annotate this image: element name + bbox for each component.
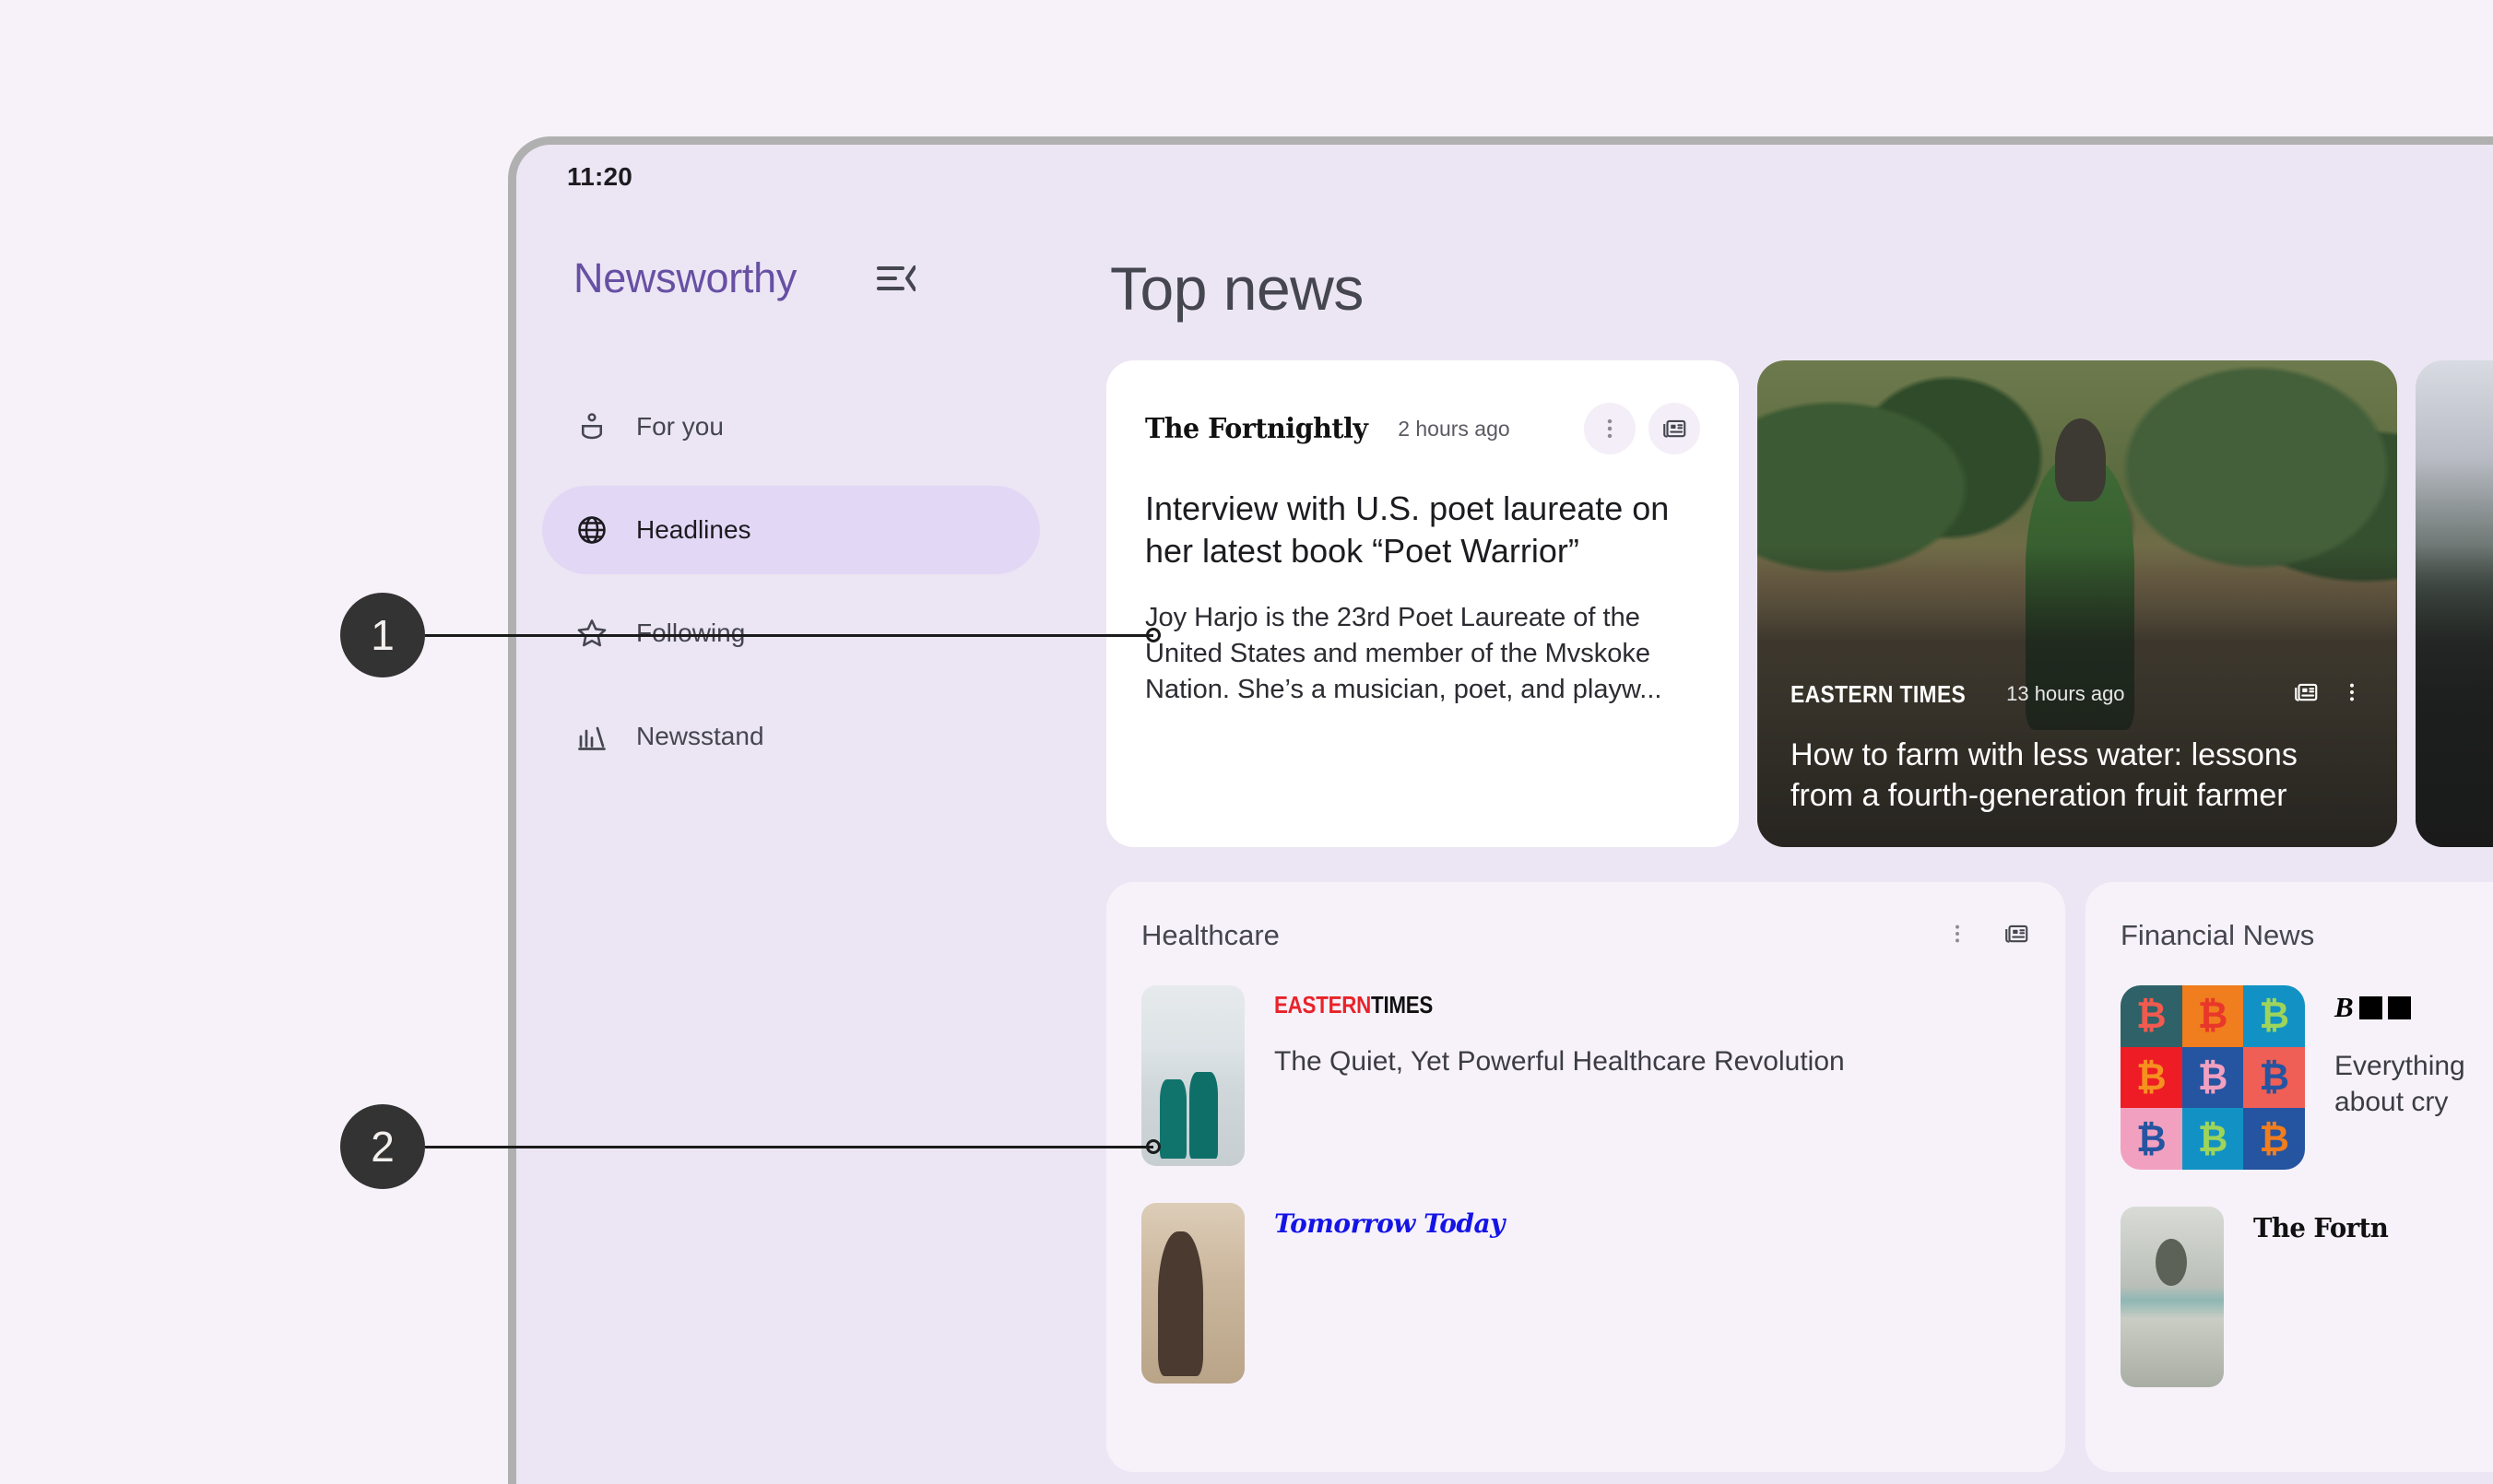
list-item[interactable]: ₿ ₿ ₿ ₿ ₿ ₿ ₿ ₿ ₿ B Everything about cry <box>2121 985 2493 1170</box>
status-bar: 11:20 <box>516 145 2493 209</box>
menu-open-icon[interactable] <box>870 253 922 304</box>
full-coverage-icon[interactable] <box>2003 920 2030 952</box>
article-card-text[interactable]: The Fortnightly 2 hours ago Interview wi… <box>1106 360 1739 847</box>
full-coverage-icon[interactable] <box>2292 678 2320 711</box>
bitcoin-pop-art-tile: ₿ ₿ ₿ ₿ ₿ ₿ ₿ ₿ ₿ <box>2121 985 2305 1170</box>
article-thumbnail <box>1141 985 1245 1166</box>
app-title: Newsworthy <box>573 254 798 301</box>
source-letter-b: B <box>2334 991 2354 1023</box>
navigation-sidebar: Newsworthy For you Headlines Following N… <box>516 209 1066 1484</box>
callout-leader-line-2 <box>425 1146 1153 1148</box>
device-frame: 11:20 Newsworthy For you Headlines Follo… <box>508 136 2493 1484</box>
callout-endpoint-2 <box>1146 1139 1161 1154</box>
article-source-row: EASTERN TIMES 13 hours ago <box>1790 678 2364 711</box>
sidebar-item-label: Newsstand <box>636 722 764 750</box>
bitcoin-symbol-cell: ₿ <box>2181 1046 2244 1109</box>
section-title: Financial News <box>2121 919 2315 951</box>
bitcoin-symbol-cell: ₿ <box>2121 1046 2182 1109</box>
hundred-dollar-bill-photo <box>2121 1207 2224 1387</box>
bitcoin-symbol-cell: ₿ <box>2181 985 2244 1047</box>
article-thumbnail <box>2121 1207 2224 1387</box>
article-body: The Fortn <box>2253 1207 2395 1387</box>
bitcoin-symbol-cell: ₿ <box>2243 1046 2305 1109</box>
article-source-logo: EASTERNTIMES <box>1274 991 1765 1019</box>
callout-badge-2: 2 <box>340 1104 425 1189</box>
sidebar-nav-list: For you Headlines Following Newsstand <box>516 383 1066 781</box>
sidebar-item-label: Headlines <box>636 515 751 544</box>
section-actions <box>1945 920 2030 952</box>
callout-badge-1: 1 <box>340 593 425 677</box>
article-source-logo: The Fortn <box>2253 1212 2389 1243</box>
app-header: Newsworthy <box>516 237 1066 320</box>
article-card-image[interactable]: EASTERN TIMES 13 hours ago How to farm w… <box>1757 360 2397 847</box>
source-word-eastern: EASTERN <box>1274 991 1372 1019</box>
bitcoin-symbol-cell: ₿ <box>2121 1108 2182 1170</box>
article-body: Tomorrow Today <box>1274 1203 1505 1384</box>
article-overlay <box>2416 545 2493 847</box>
redacted-block-1 <box>2358 995 2382 1019</box>
sidebar-item-following[interactable]: Following <box>542 589 1040 677</box>
more-options-icon[interactable] <box>2340 680 2364 709</box>
article-source-logo: B <box>2334 991 2493 1024</box>
redacted-block-2 <box>2387 995 2411 1019</box>
sidebar-item-headlines[interactable]: Headlines <box>542 486 1040 574</box>
screenshot-root: 11:20 Newsworthy For you Headlines Follo… <box>0 0 2493 1484</box>
section-header: Financial News <box>2121 919 2493 952</box>
star-outline-icon <box>573 615 610 652</box>
sidebar-item-for-you[interactable]: For you <box>542 383 1040 471</box>
bitcoin-symbol-cell: ₿ <box>2121 985 2182 1047</box>
full-coverage-icon[interactable] <box>1648 403 1700 454</box>
potter-workshop-photo <box>1141 1203 1245 1384</box>
person-box-icon <box>573 408 610 445</box>
globe-icon <box>573 512 610 548</box>
section-card-financial-news: Financial News ₿ ₿ ₿ ₿ ₿ ₿ ₿ ₿ ₿ B Everything ab… <box>2085 882 2493 1472</box>
article-source-name: EASTERN TIMES <box>1790 679 1967 708</box>
article-timestamp: 2 hours ago <box>1398 416 1510 441</box>
page-title: Top news <box>1110 254 1364 323</box>
status-bar-clock: 11:20 <box>567 162 633 191</box>
list-item[interactable]: Tomorrow Today <box>1141 1203 2030 1384</box>
article-headline: How to farm with less water: lessons fro… <box>1790 736 2298 813</box>
sidebar-item-label: For you <box>636 412 724 441</box>
bitcoin-symbol-cell: ₿ <box>2243 1108 2305 1170</box>
hospital-corridor-photo <box>1141 985 1245 1166</box>
source-word-times: TIMES <box>1371 991 1434 1019</box>
article-timestamp: 13 hours ago <box>2006 682 2125 706</box>
article-body: B Everything about cry <box>2334 985 2493 1170</box>
article-headline: Interview with U.S. poet laureate on her… <box>1145 489 1670 571</box>
bar-chart-icon <box>573 718 610 755</box>
article-actions <box>1584 403 1700 454</box>
article-summary: Joy Harjo is the 23rd Poet Laureate of t… <box>1145 603 1662 704</box>
section-header: Healthcare <box>1141 919 2030 952</box>
article-source-name: The Fortnightly <box>1145 412 1368 445</box>
callout-endpoint-1 <box>1146 628 1161 642</box>
sidebar-item-newsstand[interactable]: Newsstand <box>542 692 1040 781</box>
article-source-logo: Tomorrow Today <box>1274 1208 1505 1239</box>
article-headline: Everything about cry <box>2334 1051 2465 1117</box>
article-source-row: The Fortnightly 2 hours ago <box>1145 403 1700 454</box>
list-item[interactable]: The Fortn <box>2121 1207 2493 1387</box>
article-overlay: EASTERN TIMES 13 hours ago How to farm w… <box>1757 545 2397 847</box>
article-card-image-partial[interactable] <box>2416 360 2493 847</box>
top-news-carousel: The Fortnightly 2 hours ago Interview wi… <box>1106 360 2493 847</box>
section-card-healthcare: Healthcare EASTERNTIMES The Quiet, Yet P… <box>1106 882 2065 1472</box>
more-options-icon[interactable] <box>1945 922 1969 950</box>
topic-sections-row: Healthcare EASTERNTIMES The Quiet, Yet P… <box>1106 882 2493 1472</box>
sidebar-item-label: Following <box>636 618 746 647</box>
list-item[interactable]: EASTERNTIMES The Quiet, Yet Powerful Hea… <box>1141 985 2030 1166</box>
bitcoin-symbol-cell: ₿ <box>2243 985 2305 1047</box>
article-headline: The Quiet, Yet Powerful Healthcare Revol… <box>1274 1046 1845 1077</box>
bitcoin-symbol-cell: ₿ <box>2181 1108 2244 1170</box>
article-thumbnail <box>1141 1203 1245 1384</box>
main-content: Top news The Fortnightly 2 hours ago Int… <box>1066 209 2493 1484</box>
more-options-icon[interactable] <box>1584 403 1636 454</box>
callout-leader-line-1 <box>425 634 1153 637</box>
article-body: EASTERNTIMES The Quiet, Yet Powerful Hea… <box>1274 985 1845 1166</box>
section-title: Healthcare <box>1141 919 1280 951</box>
article-actions <box>2292 678 2364 711</box>
